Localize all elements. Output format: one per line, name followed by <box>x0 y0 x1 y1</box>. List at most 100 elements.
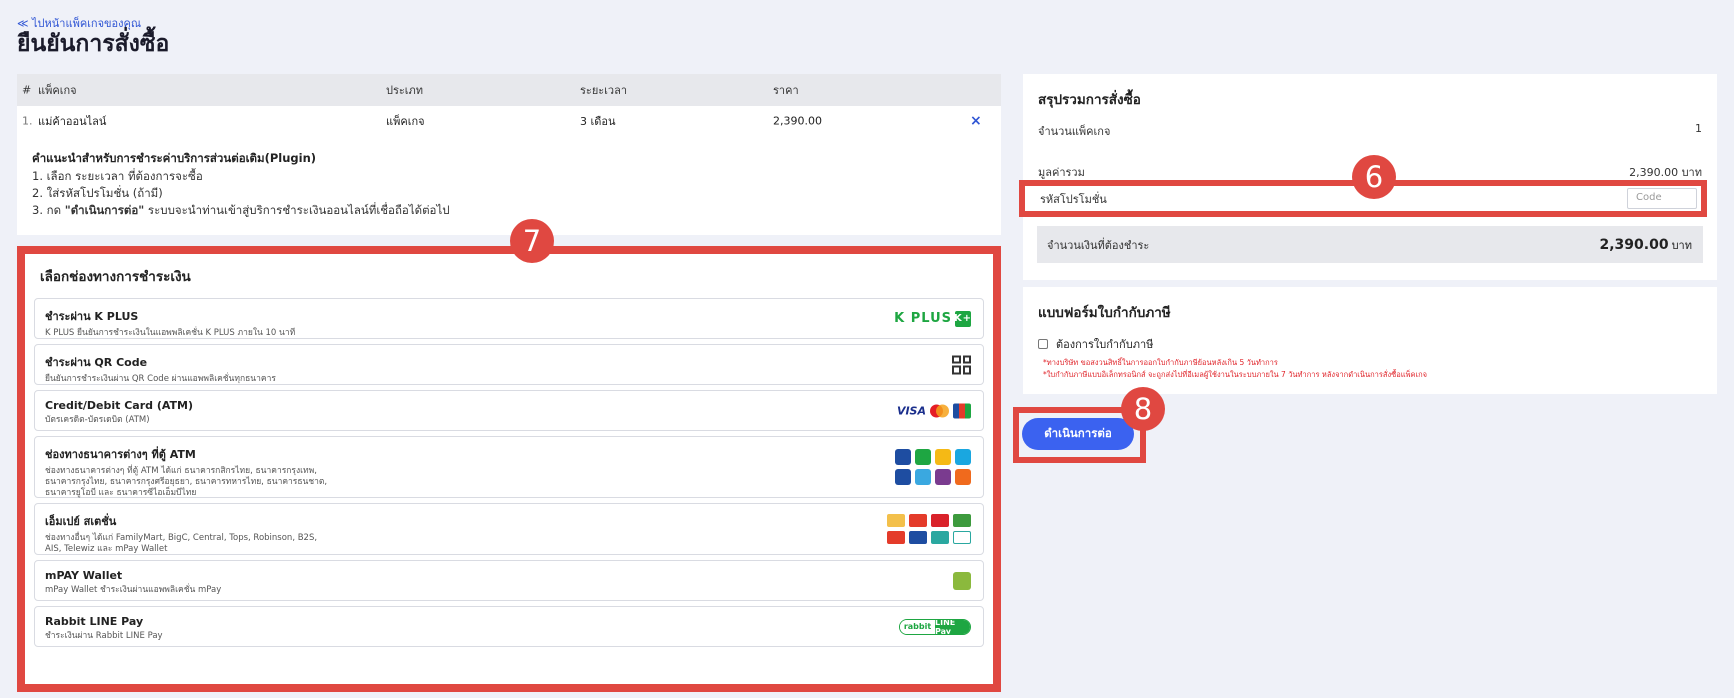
annotation-badge-6: 6 <box>1352 155 1396 199</box>
total-row: จำนวนเงินที่ต้องชำระ 2,390.00 บาท <box>1037 226 1703 263</box>
remove-package-button[interactable]: × <box>970 113 982 129</box>
tax-note-1: *ทางบริษัท ขอสงวนสิทธิ์ในการออกใบกำกับภา… <box>1043 358 1278 367</box>
row-price: 2,390.00 <box>773 114 822 128</box>
table-row: 1. แม่ค้าออนไลน์ แพ็คเกจ 3 เดือน 2,390.0… <box>17 106 1001 136</box>
row-package: แม่ค้าออนไลน์ <box>38 115 107 128</box>
table-header: # แพ็คเกจ ประเภท ระยะเวลา ราคา <box>17 74 1001 106</box>
package-panel: # แพ็คเกจ ประเภท ระยะเวลา ราคา 1. แม่ค้า… <box>17 74 1001 235</box>
instructions-title: คำแนะนำสำหรับการชำระค่าบริการส่วนต่อเติม… <box>32 151 317 165</box>
store-logo-icon <box>887 531 905 544</box>
kplus-logo-icon: K PLUS K+ <box>894 310 971 327</box>
store-logo-icon <box>931 531 949 544</box>
row-duration: 3 เดือน <box>580 115 616 128</box>
annotation-badge-8: 8 <box>1121 387 1165 431</box>
row-num: 1. <box>22 114 33 128</box>
jcb-logo-icon <box>953 403 971 418</box>
payment-option-mpay-wallet[interactable]: mPAY Wallet mPay Wallet ชำระเงินผ่านแอพพ… <box>34 560 984 601</box>
payment-desc: บัตรเครดิต-บัตรเดบิต (ATM) <box>45 415 150 425</box>
bank-logo-icon <box>895 469 911 485</box>
tax-title: แบบฟอร์มใบกำกับภาษี <box>1038 305 1171 321</box>
bank-logo-icon <box>915 449 931 465</box>
payment-option-mpay-station[interactable]: เอ็มเปย์ สเตชั่น ช่องทางอื่นๆ ได้แก่ Fam… <box>34 503 984 555</box>
instruction-step-3: 3. กด "ดำเนินการต่อ" ระบบจะนำท่านเข้าสู่… <box>32 202 986 219</box>
step3-bold: "ดำเนินการต่อ" <box>64 203 145 217</box>
payment-desc-line: ธนาคารยูโอบี และ ธนาคารซีไอเอ็มบีไทย <box>45 488 197 498</box>
package-count-row: จำนวนแพ็คเกจ 1 <box>1038 122 1702 140</box>
payment-desc: ช่องทางธนาคารต่างๆ ที่ตู้ ATM ได้แก่ ธนา… <box>45 466 975 499</box>
payment-desc-line: AIS, Telewiz และ mPay Wallet <box>45 544 168 554</box>
step3-suffix: ระบบจะนำท่านเข้าสู่บริการชำระเงินออนไลน์… <box>144 203 450 217</box>
payment-desc-line: ช่องทางอื่นๆ ได้แก่ FamilyMart, BigC, Ce… <box>45 533 318 543</box>
row-type: แพ็คเกจ <box>386 115 425 128</box>
continue-button[interactable]: ดำเนินการต่อ <box>1022 418 1134 450</box>
payment-name: ช่องทางธนาคารต่างๆ ที่ตู้ ATM <box>45 448 196 461</box>
payment-desc-line: ธนาคารกรุงไทย, ธนาคารกรุงศรีอยุธยา, ธนาค… <box>45 477 328 487</box>
col-price: ราคา <box>773 84 799 97</box>
col-type: ประเภท <box>386 84 424 97</box>
bank-logo-icon <box>955 449 971 465</box>
payment-desc: ช่องทางอื่นๆ ได้แก่ FamilyMart, BigC, Ce… <box>45 533 975 555</box>
bank-logo-icon <box>935 469 951 485</box>
promo-code-label: รหัสโปรโมชั่น <box>1040 192 1107 206</box>
payment-option-card[interactable]: Credit/Debit Card (ATM) บัตรเครดิต-บัตรเ… <box>34 390 984 431</box>
bank-logo-icon <box>915 469 931 485</box>
rabbit-line-pay-logo-icon: rabbit LINE Pay <box>899 618 971 635</box>
store-logo-icon <box>953 531 971 544</box>
payment-desc: K PLUS ยืนยันการชำระเงินในแอพพลิเคชั่น K… <box>45 328 296 338</box>
package-count-value: 1 <box>1695 122 1702 135</box>
qr-code-icon <box>952 355 971 374</box>
rabbit-logo-left: rabbit <box>900 619 935 634</box>
subtotal-value: 2,390.00 บาท <box>1629 166 1702 179</box>
tax-invoice-checkbox-label: ต้องการใบกำกับภาษี <box>1056 338 1154 351</box>
bank-logos <box>895 449 971 485</box>
instructions: คำแนะนำสำหรับการชำระค่าบริการส่วนต่อเติม… <box>17 136 1001 235</box>
page-title: ยืนยันการสั่งซื้อ <box>17 31 170 57</box>
col-num: # <box>22 83 32 97</box>
store-logo-icon <box>909 514 927 527</box>
payment-name: เอ็มเปย์ สเตชั่น <box>45 515 117 528</box>
tax-note-2: *ใบกำกับภาษีแบบอิเล็กทรอนิกส์ จะถูกส่งไป… <box>1043 370 1428 379</box>
instruction-step-2: 2. ใส่รหัสโปรโมชั่น (ถ้ามี) <box>32 186 163 200</box>
payment-desc: mPay Wallet ชำระเงินผ่านแอพพลิเคชั่น mPa… <box>45 585 222 595</box>
payment-desc-line: ช่องทางธนาคารต่างๆ ที่ตู้ ATM ได้แก่ ธนา… <box>45 466 317 476</box>
payment-name: mPAY Wallet <box>45 569 123 582</box>
promo-code-input[interactable]: Code <box>1627 188 1697 209</box>
payment-methods-box: เลือกช่องทางการชำระเงิน ชำระผ่าน K PLUS … <box>17 246 1001 692</box>
tax-invoice-form: แบบฟอร์มใบกำกับภาษี ต้องการใบกำกับภาษี *… <box>1023 287 1717 394</box>
step3-prefix: 3. กด <box>32 203 65 217</box>
tax-invoice-checkbox[interactable]: ต้องการใบกำกับภาษี <box>1038 335 1153 353</box>
instruction-step-1: 1. เลือก ระยะเวลา ที่ต้องการจะซื้อ <box>32 169 203 183</box>
col-package: แพ็คเกจ <box>38 84 77 97</box>
col-duration: ระยะเวลา <box>580 84 628 97</box>
mastercard-logo-icon <box>930 404 949 417</box>
store-logo-icon <box>909 531 927 544</box>
card-logos: VISA <box>897 403 971 418</box>
package-count-label: จำนวนแพ็คเกจ <box>1038 125 1111 138</box>
bank-logo-icon <box>895 449 911 465</box>
payment-option-rabbit-line-pay[interactable]: Rabbit LINE Pay ชำระเงินผ่าน Rabbit LINE… <box>34 606 984 647</box>
total-unit: บาท <box>1671 238 1692 252</box>
payment-title: เลือกช่องทางการชำระเงิน <box>40 269 191 285</box>
payment-name: ชำระผ่าน QR Code <box>45 356 148 369</box>
checkbox-icon[interactable] <box>1038 339 1048 349</box>
visa-logo-icon: VISA <box>896 404 926 417</box>
payment-option-qr[interactable]: ชำระผ่าน QR Code ยืนยันการชำระเงินผ่าน Q… <box>34 344 984 385</box>
total-amount-value: 2,390.00 <box>1599 236 1669 253</box>
total-amount: 2,390.00 บาท <box>1599 236 1692 254</box>
payment-option-atm[interactable]: ช่องทางธนาคารต่างๆ ที่ตู้ ATM ช่องทางธนา… <box>34 436 984 498</box>
store-logo-icon <box>953 514 971 527</box>
bank-logo-icon <box>955 469 971 485</box>
kplus-logo-text: K PLUS <box>894 311 952 326</box>
total-label: จำนวนเงินที่ต้องชำระ <box>1047 238 1150 252</box>
payment-desc: ยืนยันการชำระเงินผ่าน QR Code ผ่านแอพพลิ… <box>45 374 276 384</box>
kplus-logo-box: K+ <box>954 310 971 327</box>
store-logos <box>887 514 971 544</box>
payment-option-kplus[interactable]: ชำระผ่าน K PLUS K PLUS ยืนยันการชำระเงิน… <box>34 298 984 339</box>
bank-logo-icon <box>935 449 951 465</box>
payment-name: ชำระผ่าน K PLUS <box>45 310 139 323</box>
subtotal-label: มูลค่ารวม <box>1038 166 1085 179</box>
summary-title: สรุปรวมการสั่งซื้อ <box>1038 92 1141 108</box>
payment-desc: ชำระเงินผ่าน Rabbit LINE Pay <box>45 631 163 641</box>
annotation-badge-7: 7 <box>510 219 554 263</box>
mpay-logo-icon <box>953 571 971 590</box>
